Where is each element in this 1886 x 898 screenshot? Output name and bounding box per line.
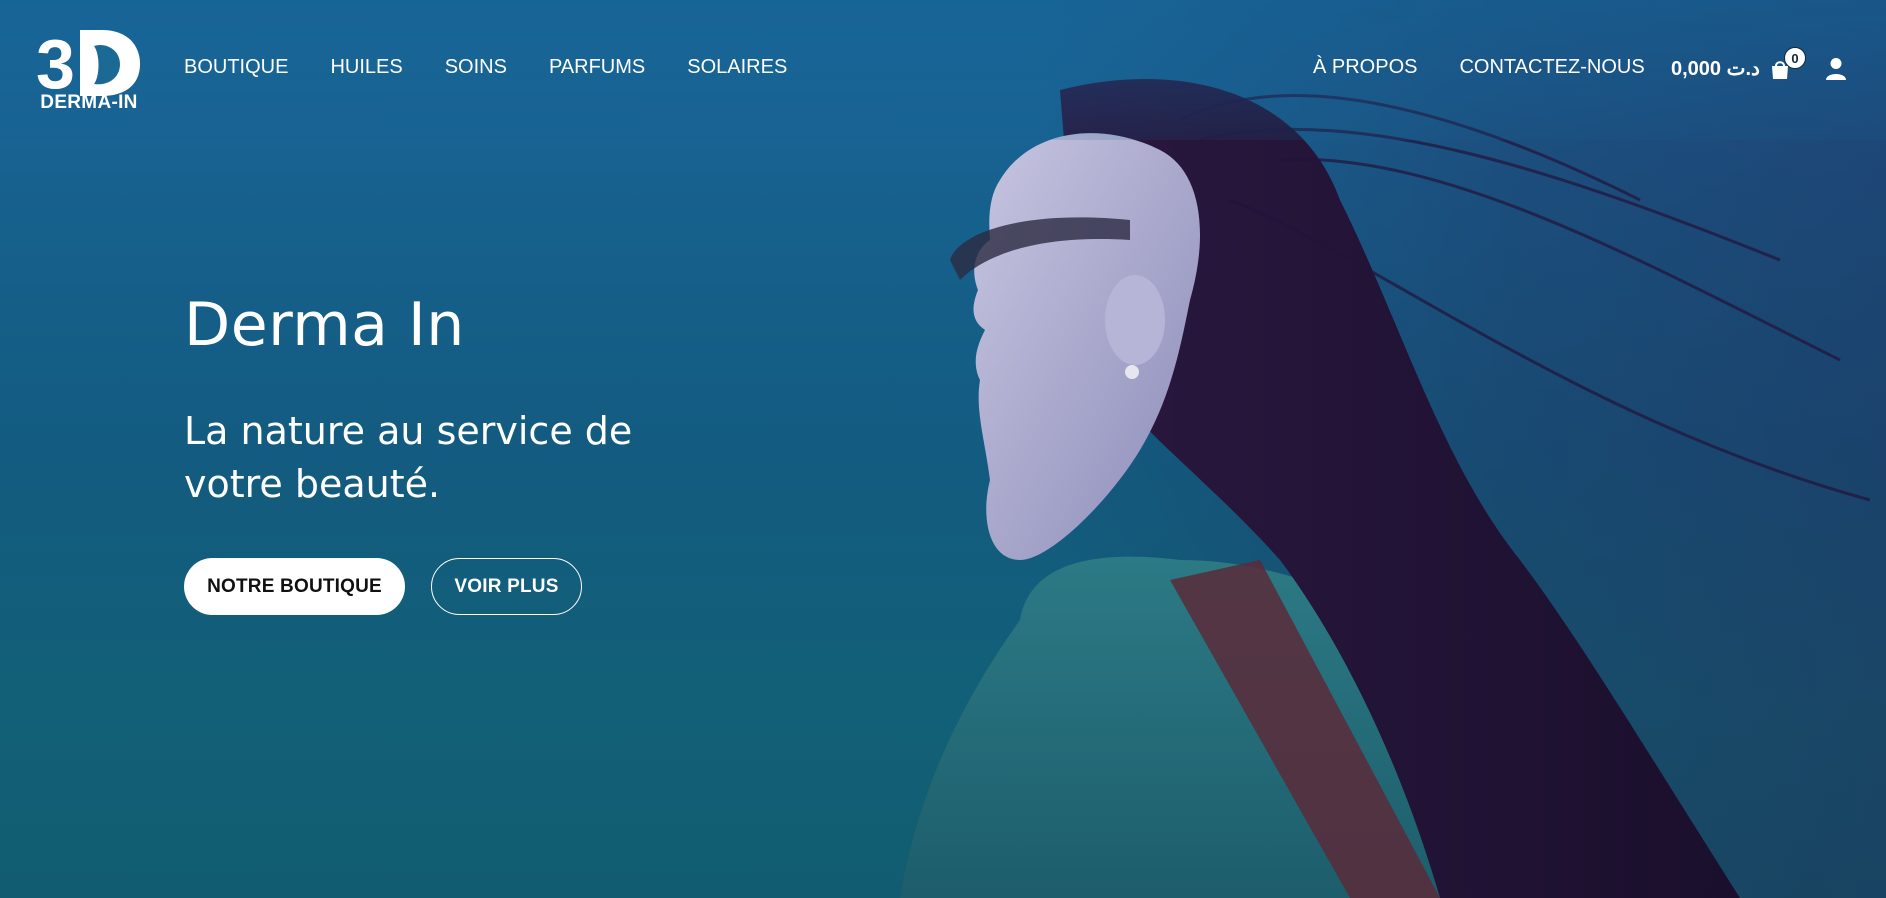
nav-item-parfums[interactable]: PARFUMS bbox=[549, 56, 645, 79]
brand-name: DERMA-IN bbox=[40, 92, 138, 113]
nav-item-boutique[interactable]: BOUTIQUE bbox=[184, 56, 288, 79]
nav-item-huiles[interactable]: HUILES bbox=[330, 56, 402, 79]
main-nav: BOUTIQUE HUILES SOINS PARFUMS SOLAIRES bbox=[184, 56, 829, 79]
nav-item-solaires[interactable]: SOLAIRES bbox=[687, 56, 787, 79]
user-icon[interactable] bbox=[1825, 57, 1847, 81]
hero-title: Derma In bbox=[184, 290, 465, 360]
shop-button[interactable]: NOTRE BOUTIQUE bbox=[184, 558, 405, 615]
hero-subtitle: La nature au service de votre beauté. bbox=[184, 409, 633, 506]
secondary-nav: À PROPOS CONTACTEZ-NOUS bbox=[1313, 56, 1687, 79]
cart-count-badge: 0 bbox=[1784, 47, 1806, 69]
site-header: 3 DERMA-IN BOUTIQUE HUILES SOINS PARFUMS… bbox=[0, 0, 1886, 140]
nav-item-a-propos[interactable]: À PROPOS bbox=[1313, 56, 1417, 79]
see-more-button[interactable]: VOIR PLUS bbox=[431, 558, 582, 615]
nav-item-soins[interactable]: SOINS bbox=[445, 56, 507, 79]
cart-total[interactable]: 0,000 د.ت bbox=[1671, 56, 1760, 81]
nav-item-contactez-nous[interactable]: CONTACTEZ-NOUS bbox=[1459, 56, 1644, 79]
